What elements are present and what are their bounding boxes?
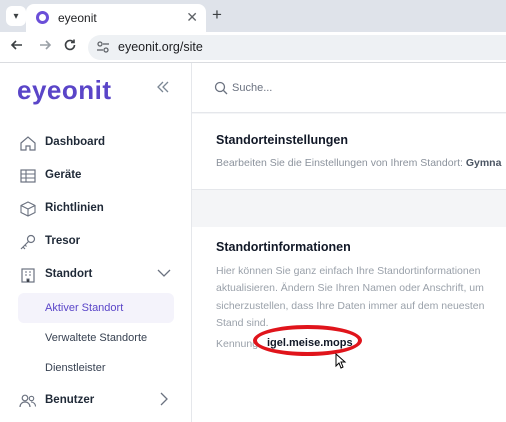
sidebar: eyeonit Dashboard Geräte Richtlinien Tre… — [0, 63, 192, 422]
sidebar-subitem-label: Verwaltete Standorte — [45, 332, 148, 344]
card-title: Standortinformationen — [216, 240, 351, 254]
sidebar-subitem-verwaltete-standorte[interactable]: Verwaltete Standorte — [18, 323, 174, 353]
top-search-bar — [192, 63, 506, 113]
standortinformationen-card: Standortinformationen Hier können Sie ga… — [192, 227, 506, 422]
sidebar-item-label: Geräte — [45, 169, 82, 181]
building-icon — [21, 268, 35, 283]
sidebar-item-label: Benutzer — [45, 394, 95, 406]
mouse-cursor-icon — [335, 353, 347, 369]
users-icon — [19, 394, 37, 408]
url-text: eyeonit.org/site — [118, 40, 203, 54]
search-input[interactable] — [232, 78, 472, 98]
standorteinstellungen-card: Standorteinstellungen Bearbeiten Sie die… — [192, 114, 506, 190]
new-tab-button[interactable]: + — [212, 5, 222, 25]
sidebar-item-tresor[interactable]: Tresor — [0, 227, 191, 257]
sidebar-item-label: Richtlinien — [45, 202, 104, 214]
card-subtitle: Bearbeiten Sie die Einstellungen von Ihr… — [216, 157, 501, 169]
eyeonit-logo[interactable]: eyeonit — [17, 75, 112, 106]
sidebar-item-label: Standort — [45, 268, 93, 280]
tab-close-icon[interactable]: ✕ — [186, 9, 198, 26]
chevron-down-icon — [157, 269, 171, 277]
browser-tab-bar: ▾ eyeonit ✕ + — [0, 0, 506, 32]
main-content: Standorteinstellungen Bearbeiten Sie die… — [192, 63, 506, 422]
collapse-sidebar-icon[interactable] — [156, 77, 170, 100]
tab-search-button[interactable]: ▾ — [6, 6, 26, 26]
table-icon — [20, 169, 36, 183]
sidebar-subitem-label: Aktiver Standort — [45, 302, 124, 314]
card-title: Standorteinstellungen — [216, 133, 348, 147]
cube-icon — [20, 201, 36, 217]
site-name: Gymna — [465, 157, 502, 169]
reload-icon[interactable] — [63, 38, 77, 57]
sidebar-item-geraete[interactable]: Geräte — [0, 161, 191, 191]
browser-tab[interactable]: eyeonit ✕ — [26, 4, 206, 32]
sidebar-item-label: Dashboard — [45, 136, 106, 148]
chevron-right-icon — [160, 392, 168, 406]
sidebar-subitem-aktiver-standort[interactable]: Aktiver Standort — [18, 293, 174, 323]
sidebar-subitem-dienstleister[interactable]: Dienstleister — [18, 353, 174, 383]
card-description: Hier können Sie ganz einfach Ihre Stando… — [216, 265, 485, 329]
kennung-label: Kennung — [216, 338, 259, 350]
address-bar: eyeonit.org/site — [0, 32, 506, 63]
tab-title: eyeonit — [58, 11, 97, 25]
card-subtitle-text: Bearbeiten Sie die Einstellungen von Ihr… — [216, 157, 466, 169]
search-icon — [214, 81, 228, 95]
sidebar-item-dashboard[interactable]: Dashboard — [0, 128, 191, 158]
sidebar-item-benutzer[interactable]: Benutzer — [0, 386, 191, 416]
forward-arrow-icon[interactable] — [38, 38, 52, 57]
url-field[interactable]: eyeonit.org/site — [88, 35, 506, 60]
red-annotation-circle — [253, 325, 362, 356]
site-settings-icon[interactable] — [96, 40, 110, 54]
sidebar-item-standort[interactable]: Standort — [0, 260, 191, 290]
back-arrow-icon[interactable] — [10, 38, 24, 57]
home-icon — [20, 136, 36, 151]
sidebar-item-richtlinien[interactable]: Richtlinien — [0, 194, 191, 224]
sidebar-subitem-label: Dienstleister — [45, 362, 106, 374]
key-icon — [20, 234, 36, 250]
sidebar-item-label: Tresor — [45, 235, 81, 247]
favicon-icon — [36, 11, 49, 24]
